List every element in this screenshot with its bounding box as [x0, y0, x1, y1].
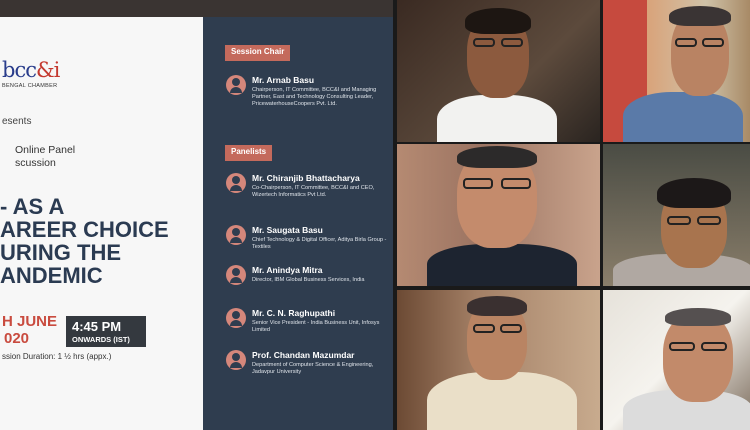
- logo-amp: &i: [35, 58, 60, 82]
- person-icon: [226, 350, 246, 370]
- logo-mark: bcc: [2, 58, 37, 82]
- participant-video[interactable]: [603, 290, 750, 430]
- participant-video[interactable]: [397, 290, 600, 430]
- slide-headline: - AS A AREER CHOICE URING THE ANDEMIC: [0, 194, 169, 288]
- person-icon: [226, 75, 246, 95]
- person-icon: [226, 225, 246, 245]
- shared-screen: bcc&i BENGAL CHAMBER esents Online Panel…: [0, 0, 393, 430]
- session-duration: ssion Duration: 1 ½ hrs (appx.): [2, 352, 112, 361]
- event-time-box: 4:45 PM ONWARDS (IST): [66, 316, 146, 347]
- person-icon: [226, 173, 246, 193]
- person-name: Mr. C. N. Raghupathi: [252, 308, 336, 318]
- panelists-tag: Panelists: [225, 145, 273, 161]
- participant-video[interactable]: [397, 144, 600, 286]
- person-desc: Director, IBM Global Business Services, …: [252, 277, 365, 283]
- event-date-line-2: 020: [4, 330, 30, 347]
- logo-subtitle: BENGAL CHAMBER: [2, 83, 58, 89]
- event-time: 4:45 PM: [72, 319, 122, 334]
- person-name: Mr. Chiranjib Bhattacharya: [252, 173, 360, 183]
- person-desc: Department of Computer Science & Enginee…: [252, 362, 374, 375]
- person-name: Prof. Chandan Mazumdar: [252, 350, 355, 360]
- slide-top-strip: [0, 0, 393, 17]
- session-chair-tag: Session Chair: [225, 45, 291, 61]
- participant-video[interactable]: [603, 0, 750, 142]
- online-line-2: scussion: [15, 157, 56, 169]
- event-time-sub: ONWARDS (IST): [72, 335, 130, 344]
- person-icon: [226, 308, 246, 328]
- bcci-logo: bcc&i BENGAL CHAMBER: [2, 58, 72, 98]
- person-name: Mr. Saugata Basu: [252, 225, 323, 235]
- person-name: Mr. Anindya Mitra: [252, 265, 323, 275]
- person-icon: [226, 265, 246, 285]
- person-desc: Chairperson, IT Committee, BCC&I and Man…: [252, 87, 377, 107]
- person-desc: Co-Chairperson, IT Committee, BCC&I and …: [252, 185, 375, 198]
- person-desc: Chief Technology & Digital Officer, Adit…: [252, 237, 387, 250]
- person-desc: Senior Vice President - India Business U…: [252, 320, 380, 333]
- participant-video[interactable]: [603, 144, 750, 286]
- person-name: Mr. Arnab Basu: [252, 75, 315, 85]
- online-panel-text: Online Panel scussion: [15, 144, 75, 170]
- event-date-line-1: H JUNE: [2, 313, 58, 330]
- participant-video[interactable]: [397, 0, 600, 142]
- presents-text: esents: [2, 116, 32, 127]
- online-line-1: Online Panel: [15, 144, 76, 156]
